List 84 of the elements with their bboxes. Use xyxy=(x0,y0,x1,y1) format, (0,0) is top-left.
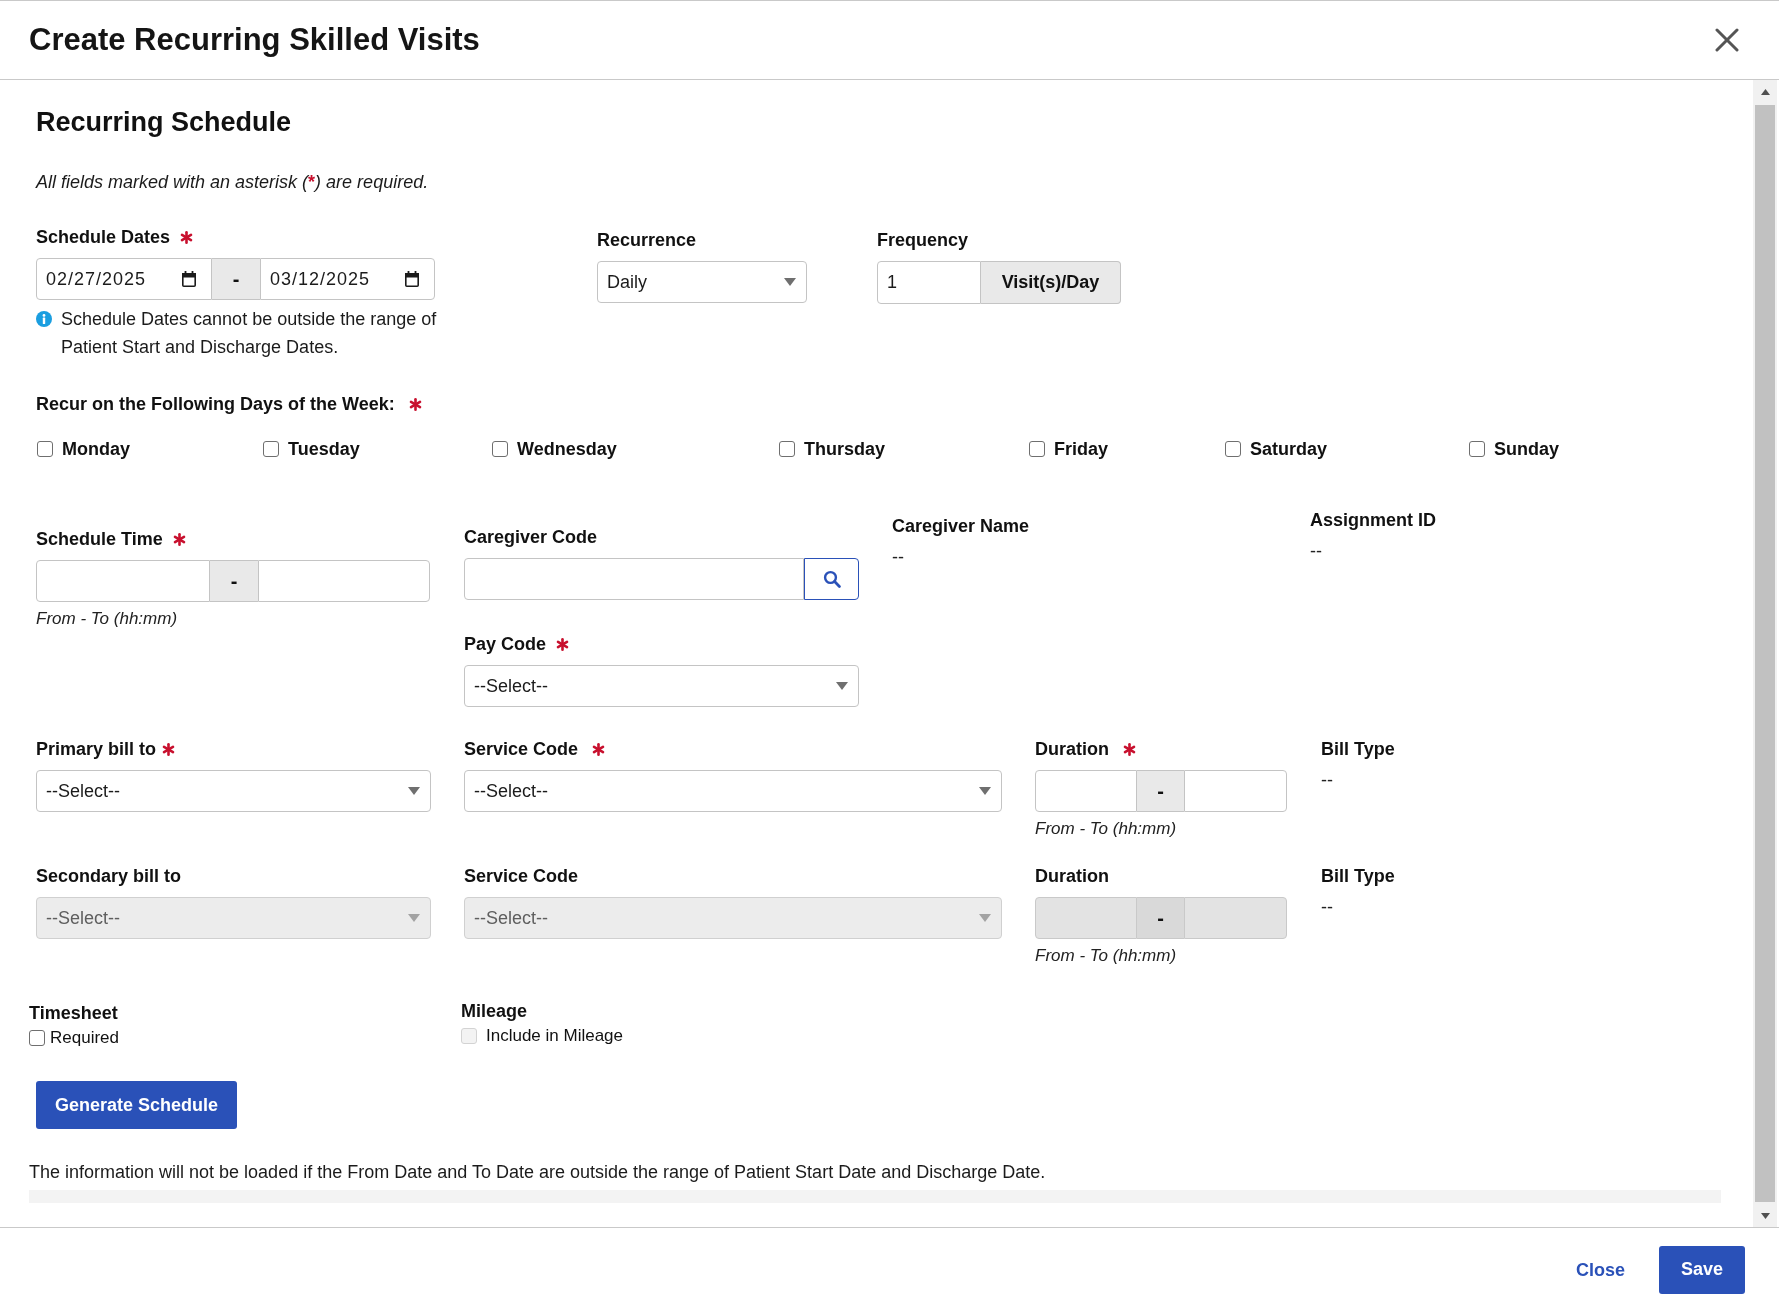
checkbox-label: Sunday xyxy=(1494,438,1559,461)
field-value: -- xyxy=(892,546,905,569)
info-text: Schedule Dates cannot be outside the range of Patient Start and Discharge Dates. xyxy=(61,308,438,359)
checkbox-label: Thursday xyxy=(804,438,886,461)
field-label: Pay Code xyxy=(464,633,547,656)
calendar-icon[interactable] xyxy=(404,271,420,287)
pay-code-select[interactable]: --Select-- xyxy=(464,665,859,707)
field-label: Bill Type xyxy=(1321,865,1395,888)
range-separator: - xyxy=(212,258,260,300)
search-button[interactable] xyxy=(804,558,859,600)
range-separator: - xyxy=(210,560,258,602)
field-label: Schedule Dates xyxy=(36,226,171,249)
checkbox-label: Tuesday xyxy=(288,438,360,461)
date-input[interactable]: 03/12/2025 xyxy=(260,258,435,300)
checkbox[interactable] xyxy=(1029,441,1045,457)
recurrence-select[interactable]: Daily xyxy=(597,261,807,303)
field-label: Assignment ID xyxy=(1310,509,1437,532)
frequency-input[interactable]: 1 xyxy=(877,261,981,304)
field-label: Duration xyxy=(1035,865,1109,888)
dialog-title: Create Recurring Skilled Visits xyxy=(29,21,480,59)
generate-schedule-button[interactable]: Generate Schedule xyxy=(36,1081,238,1129)
field-label: Recur on the Following Days of the Week: xyxy=(36,393,395,416)
checkbox[interactable] xyxy=(37,441,53,457)
field-label: Frequency xyxy=(877,229,969,252)
checkbox-label: Include in Mileage xyxy=(486,1025,624,1047)
scroll-down-arrow-icon[interactable] xyxy=(1760,1212,1770,1219)
range-separator: - xyxy=(1137,770,1184,812)
scroll-up-arrow-icon[interactable] xyxy=(1760,88,1770,95)
field-label: Timesheet xyxy=(29,1002,118,1025)
field-label: Recurrence xyxy=(597,229,697,252)
footnote-text: The information will not be loaded if the From Date and To Date are outside the range of Patient Start Date and Discharge Date. xyxy=(29,1161,1047,1184)
field-value: -- xyxy=(1321,769,1334,792)
field-label: Secondary bill to xyxy=(36,865,182,888)
checkbox[interactable] xyxy=(1469,441,1485,457)
field-label: Mileage xyxy=(461,1000,528,1023)
hint-text: From - To (hh:mm) xyxy=(1035,945,1177,967)
duration-input[interactable] xyxy=(1035,770,1137,812)
close-icon xyxy=(1715,28,1739,52)
field-label: Bill Type xyxy=(1321,738,1395,761)
field-label: Service Code xyxy=(464,865,579,888)
caregiver-code-input[interactable] xyxy=(464,558,804,600)
checkbox-label: Monday xyxy=(62,438,130,461)
checkbox-label: Friday xyxy=(1054,438,1109,461)
checkbox-label: Required xyxy=(50,1027,119,1049)
time-input[interactable] xyxy=(258,560,430,602)
checkbox[interactable] xyxy=(492,441,508,457)
checkbox-label: Saturday xyxy=(1250,438,1328,461)
date-input[interactable]: 02/27/2025 xyxy=(36,258,212,300)
checkbox[interactable] xyxy=(29,1030,45,1046)
checkbox[interactable] xyxy=(1225,441,1241,457)
checkbox-label: Wednesday xyxy=(517,438,617,461)
hint-text: From - To (hh:mm) xyxy=(1035,818,1177,840)
search-icon xyxy=(822,570,841,588)
caret-icon xyxy=(784,278,796,286)
scrollbar-track[interactable] xyxy=(1753,80,1777,1227)
time-input[interactable] xyxy=(36,560,210,602)
calendar-icon[interactable] xyxy=(181,271,197,287)
scrollbar-thumb[interactable] xyxy=(1755,105,1775,1202)
caret-icon xyxy=(979,787,991,795)
service-code-select[interactable]: --Select-- xyxy=(464,770,1002,812)
info-icon xyxy=(36,311,52,327)
required-note: All fields marked with an asterisk (*) are required. xyxy=(36,171,430,194)
section-title: Recurring Schedule xyxy=(36,106,293,139)
field-label: Schedule Time xyxy=(36,528,163,551)
save-button[interactable]: Save xyxy=(1658,1245,1745,1294)
close-link[interactable]: Close xyxy=(1575,1257,1625,1282)
duration-input[interactable] xyxy=(1184,770,1287,812)
checkbox[interactable] xyxy=(779,441,795,457)
field-label: Service Code xyxy=(464,738,579,761)
caret-icon xyxy=(979,914,991,922)
field-value: -- xyxy=(1321,896,1334,919)
field-label: Caregiver Name xyxy=(892,515,1030,538)
unit-label: Visit(s)/Day xyxy=(981,261,1121,304)
field-label: Primary bill to xyxy=(36,738,157,761)
checkbox[interactable] xyxy=(263,441,279,457)
field-label: Caregiver Code xyxy=(464,526,598,549)
hint-text: From - To (hh:mm) xyxy=(36,608,178,630)
field-label: Duration xyxy=(1035,738,1109,761)
bill-to-select[interactable]: --Select-- xyxy=(36,770,431,812)
caret-icon xyxy=(408,787,420,795)
field-value: -- xyxy=(1310,540,1323,563)
caret-icon xyxy=(408,914,420,922)
caret-icon xyxy=(836,682,848,690)
range-separator: - xyxy=(1137,897,1184,939)
